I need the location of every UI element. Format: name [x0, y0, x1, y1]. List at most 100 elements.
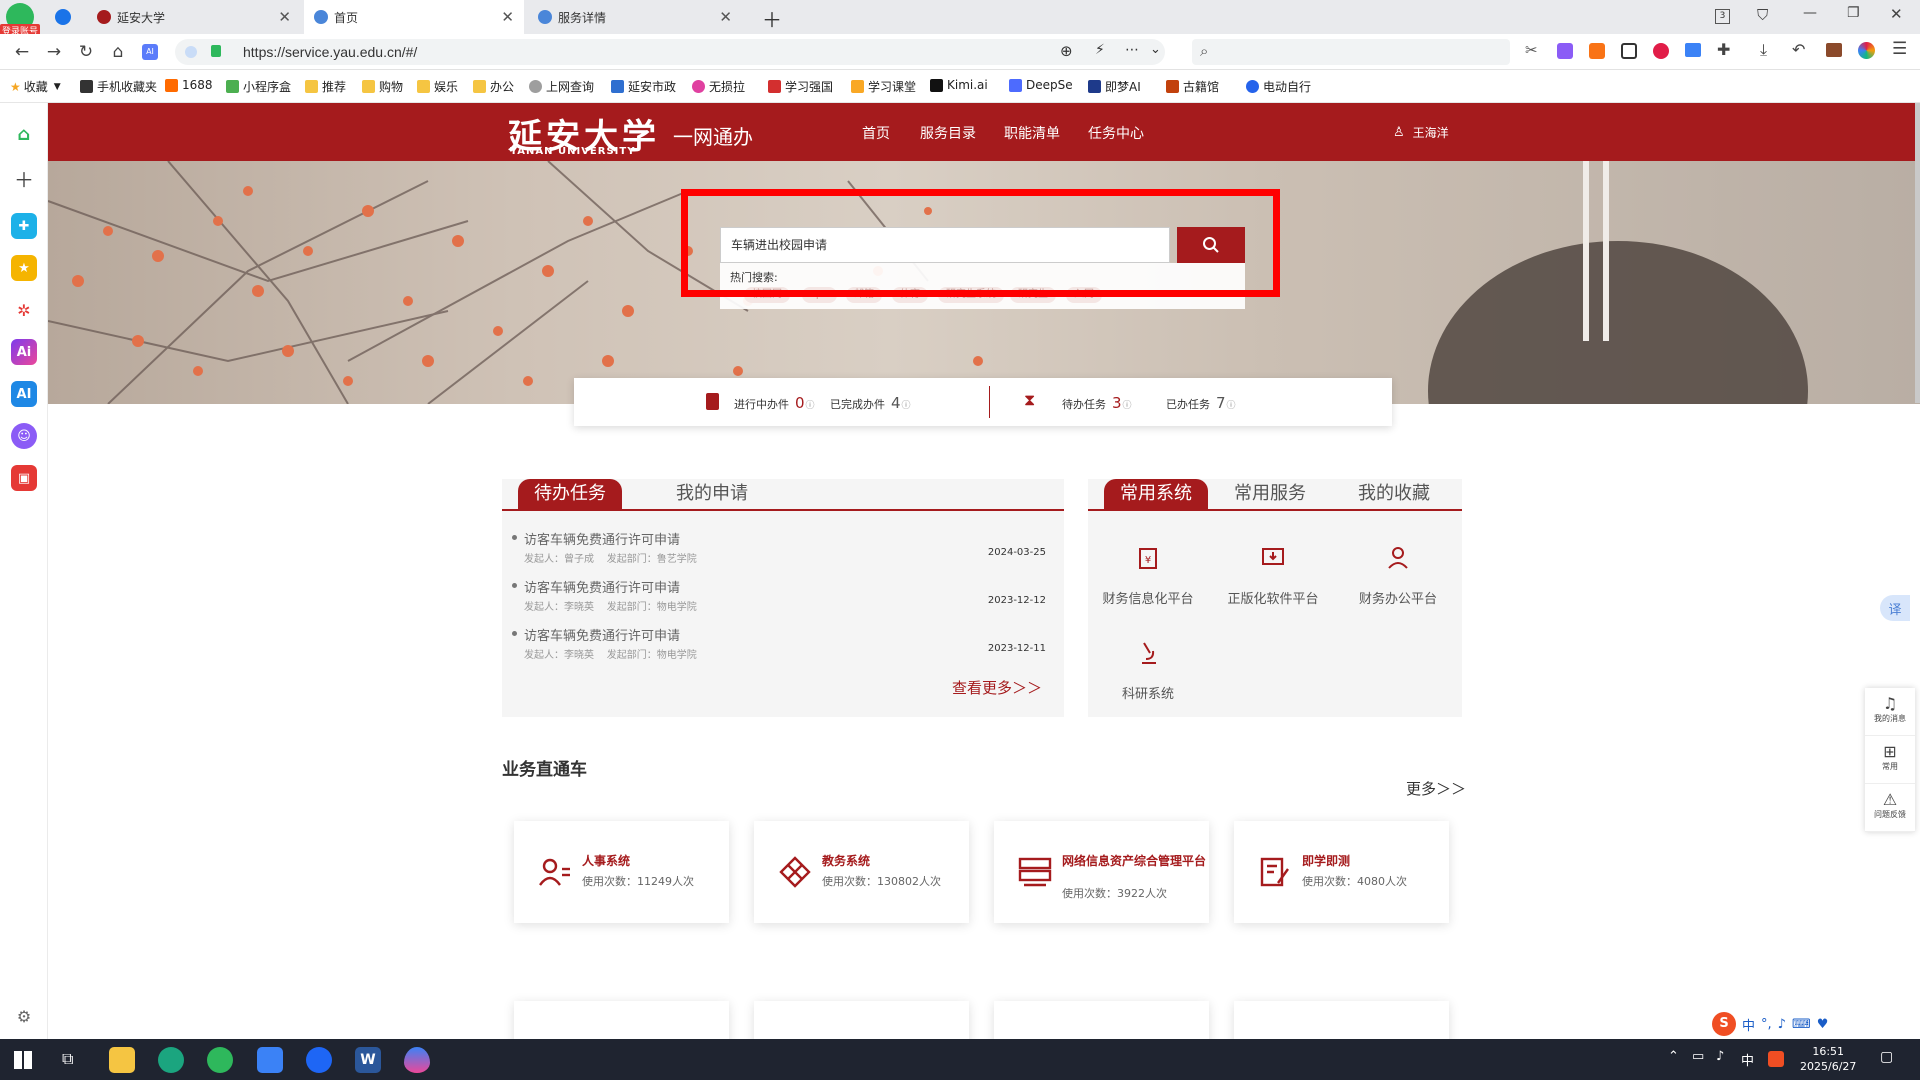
task-item[interactable]: 访客车辆免费通行许可申请 发起人：李晓英 发起部门：物电学院: [512, 625, 697, 661]
home-icon[interactable]: ⌂: [11, 121, 37, 147]
bookmark-item[interactable]: 娱乐: [417, 78, 458, 95]
stat-done-tasks[interactable]: 已办任务 7 ⓘ: [1166, 394, 1236, 412]
network-tray-icon[interactable]: ▭: [1692, 1049, 1704, 1064]
scissors-icon[interactable]: ✂: [1525, 41, 1538, 59]
page-scrollbar[interactable]: [1915, 103, 1920, 403]
tab-pending-tasks[interactable]: 待办任务: [518, 479, 622, 511]
bookmark-item[interactable]: 推荐: [305, 78, 346, 95]
stat-in-progress[interactable]: 进行中办件 0 ⓘ: [734, 394, 815, 412]
url-text[interactable]: https://service.yau.edu.cn/#/: [243, 44, 417, 60]
file-explorer-icon[interactable]: [109, 1047, 135, 1073]
tray-chevron-icon[interactable]: ⌃: [1668, 1049, 1679, 1064]
common-button[interactable]: ⊞ 常用: [1865, 736, 1915, 784]
card-network-asset-platform[interactable]: 网络信息资产综合管理平台 使用次数：3922人次: [994, 821, 1209, 923]
favorites-icon[interactable]: ★: [11, 255, 37, 281]
tab-yanan-university[interactable]: 延安大学 ✕: [87, 0, 301, 34]
bookmark-item[interactable]: 无损拉: [692, 78, 745, 95]
zoom-icon[interactable]: ⊕: [1060, 42, 1073, 60]
browser-taskbar-icon[interactable]: [207, 1047, 233, 1073]
card-hr-system[interactable]: 人事系统 使用次数：11249人次: [514, 821, 729, 923]
translate-ext-icon[interactable]: [1557, 43, 1573, 59]
shirt-icon[interactable]: ⛉: [1757, 6, 1768, 24]
card-partial[interactable]: [994, 1001, 1209, 1039]
tab-common-services[interactable]: 常用服务: [1218, 479, 1322, 511]
bot-icon[interactable]: ☺: [11, 423, 37, 449]
app-icon[interactable]: ✚: [11, 213, 37, 239]
user-menu[interactable]: ♙ 王海洋: [1393, 124, 1449, 141]
tab-count-badge[interactable]: 3: [1715, 9, 1730, 24]
my-messages-button[interactable]: ♫ 我的消息: [1865, 688, 1915, 736]
new-tab-button[interactable]: ＋: [762, 4, 782, 33]
site-info-icon[interactable]: [185, 46, 197, 58]
volume-icon[interactable]: ♪: [1716, 1049, 1724, 1064]
translate-button[interactable]: 译: [1880, 595, 1910, 621]
notification-icon[interactable]: ▢: [1880, 1049, 1893, 1065]
tab-my-applications[interactable]: 我的申请: [660, 479, 764, 511]
task-view-icon[interactable]: ⧉: [62, 1049, 73, 1069]
stat-completed[interactable]: 已完成办件 4 ⓘ: [830, 394, 911, 412]
extension-icon[interactable]: [1653, 43, 1669, 59]
card-academic-system[interactable]: 教务系统 使用次数：130802人次: [754, 821, 969, 923]
briefcase-icon[interactable]: [1826, 43, 1842, 57]
ai-assistant-icon[interactable]: Ai: [11, 339, 37, 365]
task-item[interactable]: 访客车辆免费通行许可申请 发起人：曾子成 发起部门：鲁艺学院: [512, 529, 697, 565]
game-icon[interactable]: ▣: [11, 465, 37, 491]
bookmark-item[interactable]: 小程序盒: [226, 78, 291, 95]
nav-function-list[interactable]: 职能清单: [1004, 123, 1060, 143]
tab-my-favorites[interactable]: 我的收藏: [1342, 479, 1446, 511]
extension-icon[interactable]: [1621, 43, 1637, 59]
feedback-button[interactable]: ⚠ 问题反馈: [1865, 784, 1915, 832]
tab-home[interactable]: 首页 ✕: [304, 0, 524, 34]
bookmark-item[interactable]: 延安市政: [611, 78, 676, 95]
nav-task-center[interactable]: 任务中心: [1088, 123, 1144, 143]
ai-icon[interactable]: AI: [11, 381, 37, 407]
edge-icon[interactable]: [158, 1047, 184, 1073]
ai-button[interactable]: AI: [138, 40, 162, 64]
download-icon[interactable]: ⤓: [1760, 40, 1767, 60]
restore-button[interactable]: ❐: [1847, 5, 1860, 21]
card-quiz-system[interactable]: 即学即测 使用次数：4080人次: [1234, 821, 1449, 923]
system-research[interactable]: 科研系统: [1088, 639, 1208, 702]
reload-button[interactable]: ↻: [74, 40, 98, 64]
chevron-down-icon[interactable]: ⌄: [1150, 42, 1161, 57]
home-button[interactable]: ⌂: [106, 40, 130, 64]
tab-common-systems[interactable]: 常用系统: [1104, 479, 1208, 511]
colorful-ext-icon[interactable]: [1858, 42, 1875, 59]
undo-icon[interactable]: ↶: [1792, 40, 1805, 59]
puzzle-icon[interactable]: ✚: [1717, 40, 1730, 59]
ime-tray[interactable]: 中: [1741, 1050, 1754, 1069]
network-icon[interactable]: ✲: [11, 297, 37, 323]
extension-icon[interactable]: [1589, 43, 1605, 59]
bookmark-item[interactable]: 即梦AI: [1088, 78, 1141, 95]
feishu-icon[interactable]: [257, 1047, 283, 1073]
minimize-button[interactable]: —: [1803, 5, 1817, 21]
card-partial[interactable]: [754, 1001, 969, 1039]
close-icon[interactable]: ✕: [501, 8, 514, 26]
bookmark-item[interactable]: 学习课堂: [851, 78, 916, 95]
word-icon[interactable]: W: [355, 1047, 381, 1073]
pinned-tab-icon[interactable]: [55, 9, 71, 25]
card-partial[interactable]: [514, 1001, 729, 1039]
bookmark-item[interactable]: 古籍馆: [1166, 78, 1219, 95]
close-icon[interactable]: ✕: [278, 8, 291, 26]
url-bar[interactable]: https://service.yau.edu.cn/#/ ⊕ ⚡ ⋯ ⌄: [175, 39, 1165, 65]
ime-toolbar[interactable]: S 中 °, ♪ ⌨ ♥: [1712, 1010, 1828, 1038]
app-icon[interactable]: [306, 1047, 332, 1073]
mail-icon[interactable]: [1685, 43, 1701, 57]
clock[interactable]: 16:51 2025/6/27: [1800, 1044, 1856, 1074]
add-icon[interactable]: ＋: [11, 165, 37, 192]
bookmark-item[interactable]: DeepSe: [1009, 78, 1073, 92]
bookmark-item[interactable]: 1688: [165, 78, 213, 92]
view-more-link[interactable]: 查看更多＞＞: [952, 677, 1042, 698]
menu-icon[interactable]: ☰: [1892, 39, 1907, 59]
card-partial[interactable]: [1234, 1001, 1449, 1039]
bookmark-item[interactable]: Kimi.ai: [930, 78, 988, 92]
bookmark-item[interactable]: 购物: [362, 78, 403, 95]
nav-service-catalog[interactable]: 服务目录: [920, 123, 976, 143]
business-more-link[interactable]: 更多＞＞: [1406, 778, 1466, 799]
close-window-button[interactable]: ✕: [1890, 5, 1903, 23]
browser-search-input[interactable]: ⌕: [1192, 39, 1510, 65]
bookmark-favorites[interactable]: ★ 收藏 ▼: [10, 78, 61, 95]
sogou-tray-icon[interactable]: [1768, 1051, 1784, 1067]
gear-icon[interactable]: ⚙: [11, 1003, 37, 1029]
